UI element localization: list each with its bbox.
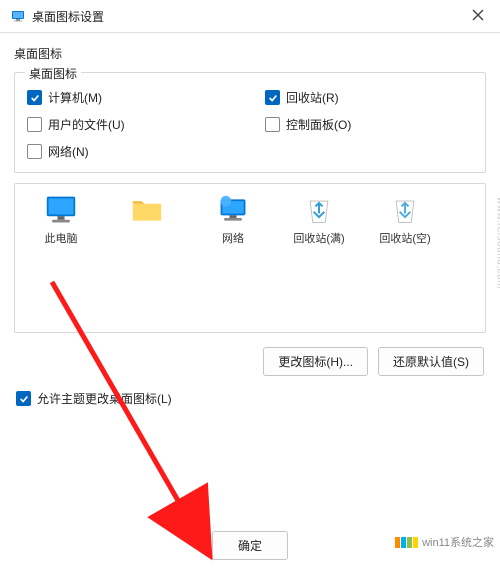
icon-label: 此电脑 [45, 230, 78, 246]
checkbox-box [265, 90, 280, 105]
change-icon-button[interactable]: 更改图标(H)... [263, 347, 368, 376]
icon-label: 回收站(满) [293, 230, 344, 246]
checkbox-box [16, 391, 31, 406]
checkbox-computer[interactable]: 计算机(M) [27, 89, 235, 106]
icon-item-recycle-empty[interactable]: 回收站(空) [367, 194, 443, 246]
icon-button-row: 更改图标(H)... 还原默认值(S) [14, 341, 486, 386]
checkbox-grid: 计算机(M) 回收站(R) 用户的文件(U) 控制面板(O) 网络(N) [27, 83, 473, 160]
icon-item-thispc[interactable]: 此电脑 [23, 194, 99, 246]
checkbox-box [265, 117, 280, 132]
recycle-empty-icon [387, 194, 423, 226]
theme-checkbox[interactable]: 允许主题更改桌面图标(L) [14, 386, 486, 411]
icon-item-network[interactable]: 网络 [195, 194, 271, 246]
ok-button[interactable]: 确定 [212, 531, 288, 560]
checkbox-userfiles[interactable]: 用户的文件(U) [27, 116, 235, 133]
recycle-full-icon [301, 194, 337, 226]
checkbox-network[interactable]: 网络(N) [27, 143, 235, 160]
group-title: 桌面图标 [25, 65, 81, 82]
icon-label: 回收站(空) [379, 230, 430, 246]
theme-checkbox-label: 允许主题更改桌面图标(L) [37, 390, 172, 407]
checkbox-label: 用户的文件(U) [48, 116, 125, 133]
checkbox-box [27, 90, 42, 105]
restore-default-button[interactable]: 还原默认值(S) [378, 347, 484, 376]
close-button[interactable] [466, 6, 490, 26]
icon-label: 网络 [222, 230, 244, 246]
watermark-logo [395, 537, 418, 548]
window-title: 桌面图标设置 [32, 8, 104, 25]
checkbox-label: 回收站(R) [286, 89, 339, 106]
checkbox-recycle[interactable]: 回收站(R) [265, 89, 473, 106]
checkbox-box [27, 117, 42, 132]
watermark: win11系统之家 [395, 534, 494, 550]
icon-preview-box: 此电脑 网络 [14, 183, 486, 333]
checkbox-box [27, 144, 42, 159]
section-label: 桌面图标 [14, 45, 486, 62]
checkbox-label: 计算机(M) [48, 89, 102, 106]
network-icon [215, 194, 251, 226]
desktop-icons-group: 桌面图标 计算机(M) 回收站(R) 用户的文件(U) 控制面板(O [14, 72, 486, 173]
check-icon [19, 394, 29, 404]
monitor-icon [43, 194, 79, 226]
content-area: 桌面图标 桌面图标 计算机(M) 回收站(R) 用户的文件(U) [0, 33, 500, 411]
icon-item-recycle-full[interactable]: 回收站(满) [281, 194, 357, 246]
app-icon [10, 8, 26, 24]
checkbox-label: 网络(N) [48, 143, 89, 160]
check-icon [268, 93, 278, 103]
check-icon [30, 93, 40, 103]
icon-item-folder[interactable] [109, 194, 185, 230]
checkbox-label: 控制面板(O) [286, 116, 351, 133]
close-icon [472, 9, 484, 21]
watermark-side: www.relsound.com [495, 197, 500, 289]
watermark-text: win11系统之家 [422, 534, 494, 550]
checkbox-controlpanel[interactable]: 控制面板(O) [265, 116, 473, 133]
folder-icon [129, 194, 165, 226]
titlebar: 桌面图标设置 [0, 0, 500, 33]
